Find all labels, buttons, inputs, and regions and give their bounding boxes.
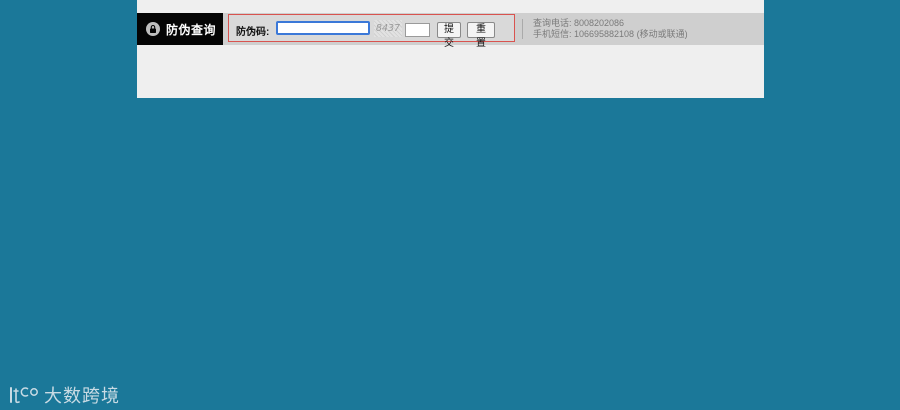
contact-sms: 手机短信: 106695882108 (移动或联通)	[533, 29, 688, 39]
security-code-input[interactable]	[276, 21, 370, 35]
captcha-image[interactable]: 8437	[374, 20, 402, 37]
watermark-text: 大数跨境	[44, 386, 120, 407]
submit-button[interactable]: 提交	[437, 22, 461, 49]
query-form: 防伪码: 8437 提交 重 置	[228, 14, 515, 49]
code-label: 防伪码:	[236, 27, 270, 38]
query-bar: 防伪查询 防伪码: 8437 提交 重 置 查询电话: 8008202086 手…	[137, 13, 764, 49]
contact-phone: 查询电话: 8008202086	[533, 18, 625, 28]
divider	[522, 19, 523, 39]
contact-info: 查询电话: 8008202086 手机短信: 106695882108 (移动或…	[533, 18, 688, 40]
brand-title: 防伪查询	[166, 22, 217, 37]
content-panel: 防伪查询 防伪码: 8437 提交 重 置 查询电话: 8008202086 手…	[137, 0, 764, 98]
watermark: 大数跨境	[8, 382, 120, 408]
captcha-input[interactable]	[405, 23, 430, 37]
brand-block: 防伪查询	[137, 13, 223, 45]
lock-icon	[146, 22, 160, 36]
watermark-logo-icon	[8, 383, 40, 407]
reset-button[interactable]: 重 置	[467, 22, 495, 49]
